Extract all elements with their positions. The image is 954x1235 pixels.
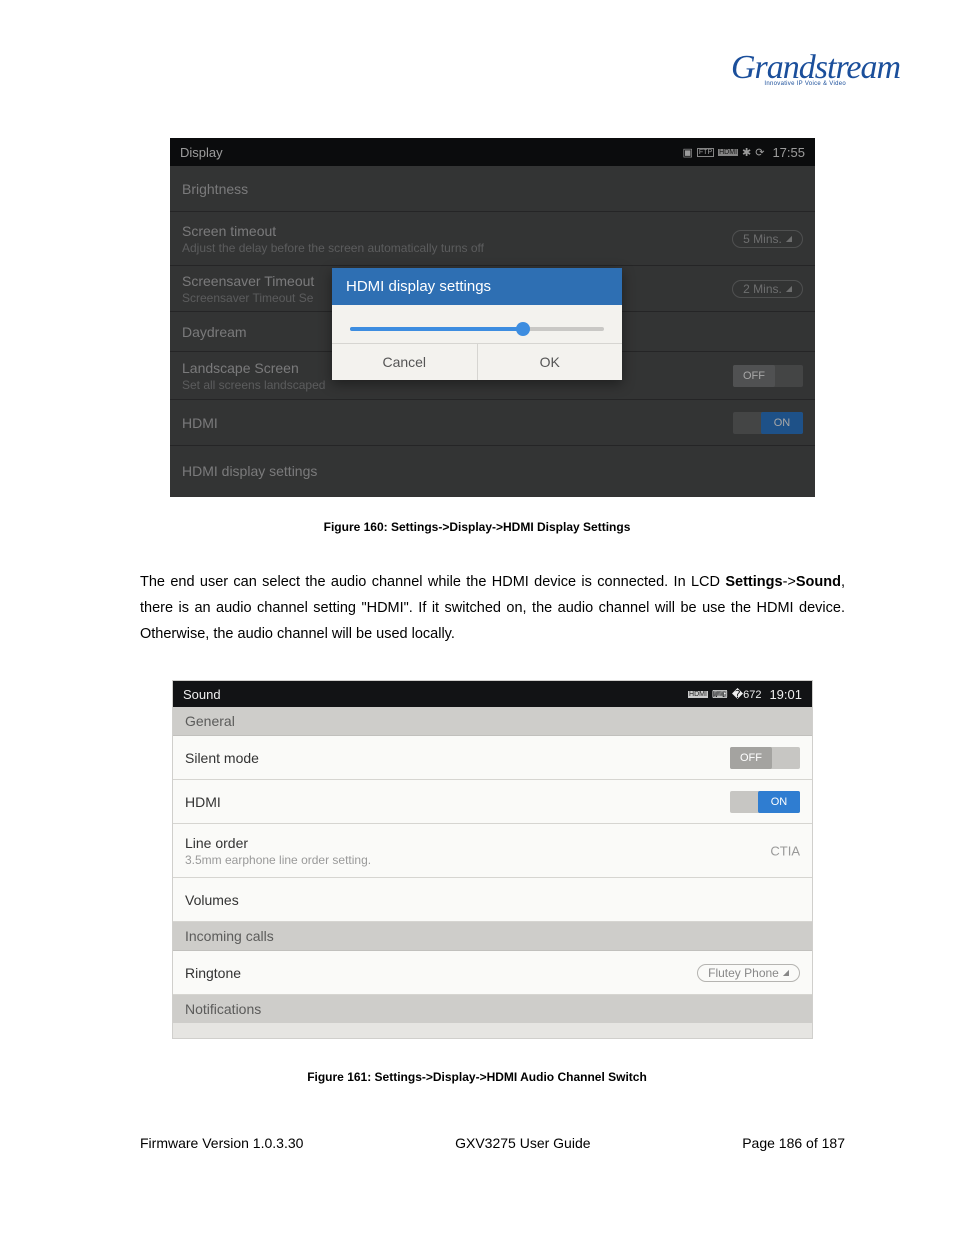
slider-fill [350, 327, 523, 331]
hdmi-icon: HDMI [688, 691, 708, 698]
row-label: Volumes [185, 892, 239, 908]
ok-button[interactable]: OK [478, 344, 623, 380]
section-notifications: Notifications [173, 995, 812, 1023]
silent-toggle[interactable]: OFF [730, 747, 800, 769]
hdmi-slider[interactable] [350, 327, 604, 331]
keyboard-icon: ⌨ [712, 688, 728, 701]
arrow-text: -> [783, 574, 796, 590]
paragraph-text: The end user can select the audio channe… [140, 574, 725, 590]
line-order-value: CTIA [770, 843, 800, 858]
display-settings-screenshot: Display ▣ FTP HDMI ✱ ⟳ 17:55 Brightness … [170, 138, 815, 497]
slider-thumb[interactable] [516, 322, 530, 336]
brand-name: Grandstream [731, 55, 846, 81]
clock: 19:01 [769, 687, 802, 702]
line-order-row[interactable]: Line order 3.5mm earphone line order set… [173, 824, 812, 878]
sound-bold: Sound [796, 574, 841, 590]
ringtone-row[interactable]: Ringtone Flutey Phone ◢ [173, 951, 812, 995]
footer-page-number: Page 186 of 187 [742, 1135, 845, 1151]
cancel-button[interactable]: Cancel [332, 344, 478, 380]
screen-title: Sound [183, 687, 221, 702]
toggle-state: ON [758, 791, 800, 813]
row-label: Silent mode [185, 750, 259, 766]
row-label: Ringtone [185, 965, 241, 981]
page-footer: Firmware Version 1.0.3.30 GXV3275 User G… [140, 1135, 845, 1151]
silent-mode-row[interactable]: Silent mode OFF [173, 736, 812, 780]
row-label: HDMI [185, 794, 221, 810]
dialog-body [332, 305, 622, 343]
settings-bold: Settings [725, 574, 782, 590]
hdmi-display-dialog: HDMI display settings Cancel OK [332, 268, 622, 380]
dialog-title: HDMI display settings [332, 268, 622, 305]
volumes-row[interactable]: Volumes [173, 878, 812, 922]
row-label: Line order [185, 835, 248, 851]
section-general: General [173, 707, 812, 736]
figure-caption-161: Figure 161: Settings->Display->HDMI Audi… [0, 1070, 954, 1084]
body-paragraph: The end user can select the audio channe… [140, 569, 845, 647]
hdmi-audio-row[interactable]: HDMI ON [173, 780, 812, 824]
figure-caption-160: Figure 160: Settings->Display->HDMI Disp… [0, 520, 954, 534]
chevron-down-icon: ◢ [783, 968, 789, 977]
row-subtitle: 3.5mm earphone line order setting. [185, 853, 371, 867]
footer-firmware: Firmware Version 1.0.3.30 [140, 1135, 303, 1151]
section-incoming: Incoming calls [173, 922, 812, 951]
dropdown-value: Flutey Phone [708, 966, 779, 980]
brand-logo: Grandstream Innovative IP Voice & Video [731, 55, 846, 115]
ringtone-dropdown[interactable]: Flutey Phone ◢ [697, 964, 800, 982]
sound-settings-screenshot: Sound HDMI ⌨ �672 19:01 General Silent m… [172, 680, 813, 1039]
hdmi-audio-toggle[interactable]: ON [730, 791, 800, 813]
toggle-state: OFF [730, 747, 772, 769]
wifi-icon: �672 [732, 688, 762, 701]
dialog-buttons: Cancel OK [332, 343, 622, 380]
footer-guide-title: GXV3275 User Guide [455, 1135, 590, 1151]
status-bar: Sound HDMI ⌨ �672 19:01 [173, 681, 812, 707]
status-icons: HDMI ⌨ �672 19:01 [688, 687, 802, 702]
